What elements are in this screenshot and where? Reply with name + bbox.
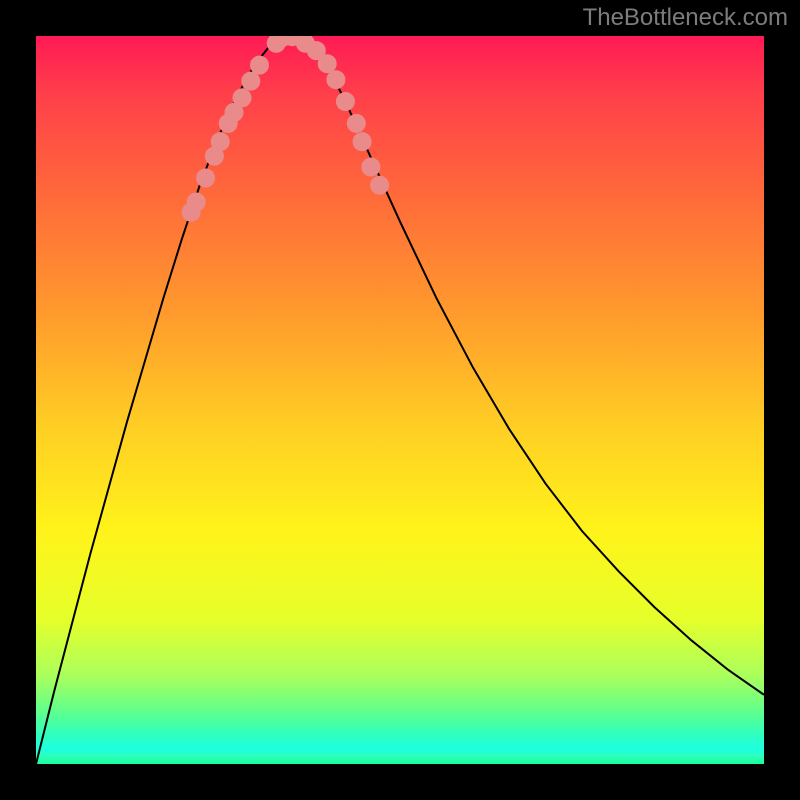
- scatter-dot: [371, 176, 389, 194]
- scatter-dot: [347, 114, 365, 132]
- scatter-dot: [362, 158, 380, 176]
- scatter-dot: [251, 56, 269, 74]
- bottleneck-curve: [36, 38, 764, 765]
- scatter-dot: [242, 72, 260, 90]
- scatter-dot: [187, 193, 205, 211]
- watermark-text: TheBottleneck.com: [583, 4, 788, 32]
- chart-svg: [36, 36, 764, 764]
- scatter-dot: [327, 71, 345, 89]
- scatter-dot: [233, 89, 251, 107]
- scatter-dot: [336, 93, 354, 111]
- scatter-dot: [197, 169, 215, 187]
- scatter-dot: [318, 55, 336, 73]
- chart-frame: TheBottleneck.com: [0, 0, 800, 800]
- scatter-dot: [353, 133, 371, 151]
- scatter-dot: [211, 133, 229, 151]
- scatter-dots: [182, 36, 389, 221]
- plot-area: [36, 36, 764, 764]
